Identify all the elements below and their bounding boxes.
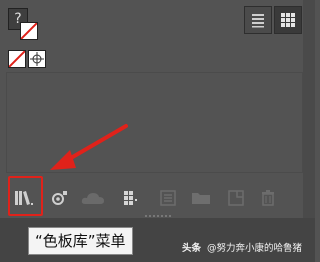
swatch-row	[8, 50, 48, 70]
new-color-group-icon[interactable]	[122, 188, 142, 208]
delete-swatch-icon[interactable]	[258, 188, 278, 208]
tooltip: “色板库”菜单	[28, 227, 133, 255]
swatch-options-icon[interactable]	[158, 188, 178, 208]
view-toggle	[244, 6, 306, 36]
list-view-icon[interactable]	[244, 6, 272, 34]
show-kinds-icon[interactable]	[50, 188, 70, 208]
registration-swatch-icon[interactable]	[28, 50, 46, 68]
watermark-brand: 头条	[182, 243, 202, 254]
swatches-toolbar	[0, 180, 315, 218]
fill-stroke-swatch[interactable]: ?	[8, 8, 38, 40]
resize-grip-icon[interactable]	[145, 214, 171, 220]
new-swatch-icon[interactable]	[226, 188, 246, 208]
watermark-author: @努力奔小康的哈鲁猪	[207, 243, 303, 254]
watermark: 头条 @努力奔小康的哈鲁猪	[182, 241, 302, 257]
grid-view-icon[interactable]	[274, 6, 302, 34]
highlight-box	[8, 176, 43, 216]
none-swatch[interactable]	[8, 50, 26, 68]
new-folder-icon[interactable]	[190, 188, 212, 208]
cloud-library-icon[interactable]	[80, 188, 106, 208]
none-swatch-icon[interactable]	[20, 22, 38, 40]
swatch-list-area	[6, 72, 303, 173]
swatches-panel: ?	[0, 0, 315, 218]
